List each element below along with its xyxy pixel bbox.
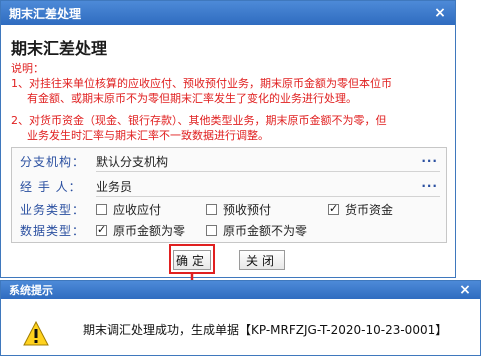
dialog-title: 期末汇差处理 [9, 6, 82, 21]
handler-browse-button[interactable]: ··· [421, 179, 438, 193]
checkbox-zero-original[interactable]: 原币金额为零 [96, 222, 192, 239]
checkbox-icon[interactable] [206, 224, 217, 236]
warning-icon [23, 321, 49, 346]
branch-row: 分支机构： 默认分支机构 ··· [12, 150, 446, 172]
data-type-label: 数据类型： [20, 223, 86, 238]
close-icon[interactable]: × [458, 282, 472, 298]
checkbox-receivable-payable[interactable]: 应收应付 [96, 201, 192, 218]
close-icon[interactable]: × [433, 5, 447, 21]
checkbox-monetary-funds[interactable]: 货币资金 [328, 201, 393, 218]
handler-underline [96, 196, 440, 197]
message-title-bar: 系统提示 × [1, 281, 480, 299]
dialog-title-bar: 期末汇差处理 × [1, 1, 455, 25]
branch-field[interactable]: 默认分支机构 [96, 153, 168, 170]
checkbox-checked-icon[interactable] [328, 202, 339, 215]
options-form: 分支机构： 默认分支机构 ··· 经 手 人： 业务员 ··· 业务类型： 应收… [11, 147, 447, 243]
branch-browse-button[interactable]: ··· [421, 154, 438, 168]
instructions: 说明： 1、对挂往来单位核算的应收应付、预收预付业务，期末原币金额为零但本位币 … [11, 61, 441, 143]
data-type-row: 数据类型： 原币金额为零 原币金额不为零 [12, 219, 446, 241]
checkbox-icon[interactable] [96, 203, 107, 215]
note-1-line-1: 1、对挂往来单位核算的应收应付、预收预付业务，期末原币金额为零但本位币 [11, 77, 392, 90]
system-message-dialog: 系统提示 × 期末调汇处理成功，生成单据【KP-MRFZJG-T-2020-10… [0, 280, 481, 356]
message-title: 系统提示 [9, 284, 53, 297]
business-type-row: 业务类型： 应收应付 预收预付 货币资金 [12, 198, 446, 220]
handler-field[interactable]: 业务员 [96, 178, 132, 195]
message-text: 期末调汇处理成功，生成单据【KP-MRFZJG-T-2020-10-23-000… [83, 323, 448, 337]
branch-underline [96, 171, 440, 172]
close-button[interactable]: 关闭 [239, 250, 285, 270]
checkbox-nonzero-original[interactable]: 原币金额不为零 [206, 222, 307, 239]
highlight-box [169, 244, 215, 274]
period-end-exchange-dialog: 期末汇差处理 × 期末汇差处理 说明： 1、对挂往来单位核算的应收应付、预收预付… [0, 0, 456, 278]
checkbox-label: 应收应付 [113, 202, 162, 217]
checkbox-label: 预收预付 [223, 202, 272, 217]
checkbox-icon[interactable] [206, 203, 217, 215]
checkbox-label: 原币金额不为零 [223, 223, 308, 238]
business-type-label: 业务类型： [20, 202, 86, 217]
note-1-line-2: 有金额、或期末原币不为零但期末汇率发生了变化的业务进行处理。 [27, 92, 357, 105]
handler-row: 经 手 人： 业务员 ··· [12, 175, 446, 197]
handler-label: 经 手 人： [20, 179, 82, 194]
branch-label: 分支机构： [20, 154, 86, 169]
checkbox-label: 货币资金 [345, 202, 394, 217]
instructions-label: 说明： [11, 62, 44, 75]
checkbox-checked-icon[interactable] [96, 223, 107, 236]
checkbox-label: 原币金额为零 [113, 223, 186, 238]
note-2-line-1: 2、对货币资金（现金、银行存款）、其他类型业务，期末原币金额不为零，但 [11, 114, 387, 127]
page-title: 期末汇差处理 [11, 39, 108, 58]
checkbox-advance[interactable]: 预收预付 [206, 201, 314, 218]
note-2-line-2: 业务发生时汇率与期末汇率不一致数据进行调整。 [27, 129, 269, 142]
